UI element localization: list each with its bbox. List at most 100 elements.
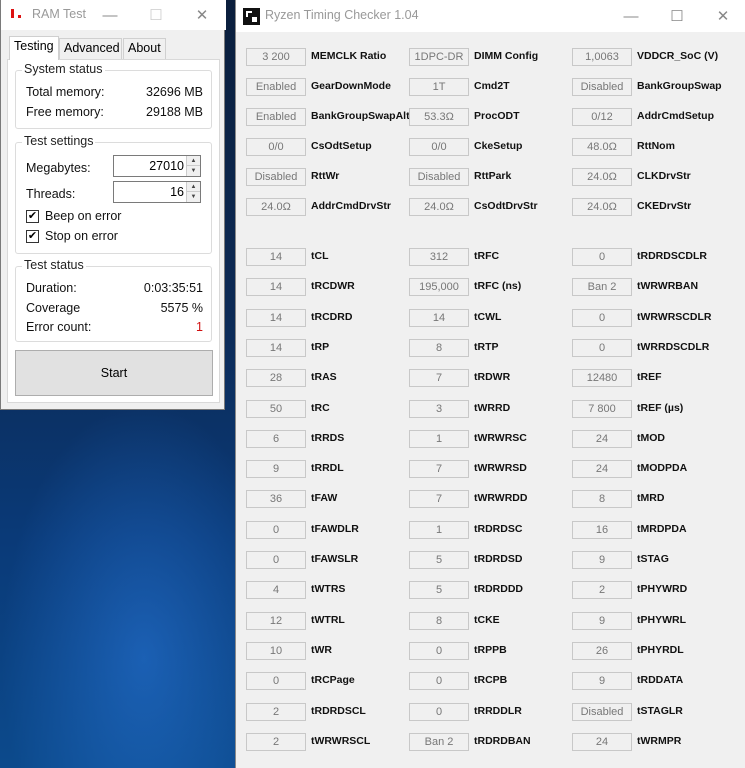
start-button[interactable]: Start xyxy=(15,350,213,396)
duration-row: Duration: 0:03:35:51 xyxy=(26,281,203,297)
tab-testing[interactable]: Testing xyxy=(9,36,59,60)
timing-value-field: 14 xyxy=(246,248,306,266)
timing-name-label: tRFC xyxy=(474,250,500,262)
timing-row: Disabled RttWr Disabled RttPark 24.0Ω CLKDrvS… xyxy=(236,168,745,188)
timing-value-field: 1,0063 xyxy=(572,48,632,66)
timing-value-field: 9 xyxy=(572,611,632,630)
group-title: Test settings xyxy=(22,134,96,148)
megabytes-stepper[interactable]: 27010 ▲ ▼ xyxy=(113,155,201,177)
timing-value-field: Ban 2 xyxy=(409,732,469,751)
timing-value-field: 0 xyxy=(409,641,469,660)
stepper-up-icon[interactable]: ▲ xyxy=(187,156,200,166)
timing-row: 9 tRRDL 7 tWRWRSD 24 tMODPDA xyxy=(236,460,745,480)
coverage-row: Coverage 5575 % xyxy=(26,301,203,317)
duration-label: Duration: xyxy=(26,281,77,295)
window-title: Ryzen Timing Checker 1.04 xyxy=(265,8,419,22)
timing-value-field: 7 xyxy=(409,369,469,388)
timing-row: Enabled GearDownMode 1T Cmd2T Disabled BankGr… xyxy=(236,78,745,98)
ram-test-titlebar[interactable]: RAM Test — ☐ ✕ xyxy=(1,0,226,30)
timing-value-field: 0 xyxy=(246,672,306,691)
ram-test-logo-icon xyxy=(11,9,23,21)
timing-value-field: 50 xyxy=(246,399,306,418)
timing-value-field: 36 xyxy=(246,490,306,509)
timing-name-label: tWTRS xyxy=(311,583,346,596)
timing-name-label: Cmd2T xyxy=(474,80,510,92)
checkmark-icon[interactable]: ✔ xyxy=(26,230,39,243)
tab-advanced[interactable]: Advanced xyxy=(59,38,122,59)
timing-row: Enabled BankGroupSwapAlt 53.3Ω ProcODT 0/12 A… xyxy=(236,108,745,128)
stepper-down-icon[interactable]: ▼ xyxy=(187,192,200,202)
timing-name-label: tWRWRSC xyxy=(474,431,527,444)
group-title: System status xyxy=(22,62,105,76)
minimize-button[interactable]: — xyxy=(608,0,654,32)
coverage-value: 5575 % xyxy=(160,301,203,315)
timing-name-label: tSTAGLR xyxy=(637,704,683,717)
timing-value-field: 312 xyxy=(409,248,469,266)
minimize-icon: — xyxy=(102,6,118,24)
timing-value-field: 0 xyxy=(246,520,306,539)
timing-name-label: tRDRDSD xyxy=(474,553,523,565)
timing-value-field: 26 xyxy=(572,641,632,660)
timing-name-label: tRDRDBAN xyxy=(474,734,531,747)
timing-name-label: AddrCmdDrvStr xyxy=(311,200,391,212)
timing-value-field: 7 xyxy=(409,490,469,509)
timing-row: 2 tWRWRSCL Ban 2 tRDRDBAN 24 tWRMPR xyxy=(236,732,745,753)
timing-name-label: tWRWRDD xyxy=(474,492,528,505)
timing-row: 36 tFAW 7 tWRWRDD 8 tMRD xyxy=(236,490,745,510)
timing-name-label: VDDCR_SoC (V) xyxy=(637,50,719,62)
timing-value-field: 1DPC-DR xyxy=(409,48,469,66)
timing-name-label: tWRWRBAN xyxy=(637,280,699,293)
tab-about[interactable]: About xyxy=(123,38,166,59)
timing-value-field: 0/0 xyxy=(409,138,469,156)
timing-name-label: tRP xyxy=(311,340,330,353)
timing-name-label: tRDDATA xyxy=(637,674,684,687)
stepper-down-icon[interactable]: ▼ xyxy=(187,166,200,176)
megabytes-label-row: Megabytes: xyxy=(26,161,106,177)
stepper-arrows: ▲ ▼ xyxy=(186,182,200,202)
timing-name-label: AddrCmdSetup xyxy=(637,110,714,122)
timing-value-field: 14 xyxy=(246,338,306,357)
timing-value-field: Disabled xyxy=(246,168,306,186)
timing-value-field: 5 xyxy=(409,551,469,569)
timing-row: 0 tRCPage 0 tRCPB 9 tRDDATA xyxy=(236,672,745,692)
minimize-button[interactable]: — xyxy=(87,0,133,30)
close-button[interactable]: ✕ xyxy=(700,0,745,32)
group-title: Test status xyxy=(22,258,86,272)
rtc-titlebar[interactable]: Ryzen Timing Checker 1.04 — ☐ ✕ xyxy=(236,0,745,32)
timing-row: 50 tRC 3 tWRRD 7 800 tREF (µs) xyxy=(236,399,745,420)
timing-name-label: RttWr xyxy=(311,170,340,182)
timing-name-label: CLKDrvStr xyxy=(637,170,691,182)
timing-value-field: 14 xyxy=(409,308,469,327)
minimize-icon: — xyxy=(623,7,639,25)
total-memory-row: Total memory: 32696 MB xyxy=(26,85,203,101)
timing-name-label: tMRD xyxy=(637,492,665,505)
timing-value-field: 12 xyxy=(246,611,306,630)
timing-value-field: 0/0 xyxy=(246,138,306,156)
threads-stepper[interactable]: 16 ▲ ▼ xyxy=(113,181,201,203)
timing-row: 0/0 CsOdtSetup 0/0 CkeSetup 48.0Ω RttNom xyxy=(236,138,745,158)
checkmark-icon[interactable]: ✔ xyxy=(26,210,39,223)
timing-row: 4 tWTRS 5 tRDRDDD 2 tPHYWRD xyxy=(236,581,745,601)
timing-row: 14 tRCDWR 195,000 tRFC (ns) Ban 2 tWRWRBAN xyxy=(236,278,745,298)
timing-name-label: BankGroupSwap xyxy=(637,80,722,92)
timing-name-label: tREF xyxy=(637,371,662,384)
close-icon: ✕ xyxy=(716,8,730,25)
timing-value-field: 53.3Ω xyxy=(409,108,469,126)
timing-row: 10 tWR 0 tRPPB 26 tPHYRDL xyxy=(236,641,745,662)
timing-row: 14 tRP 8 tRTP 0 tWRRDSCDLR xyxy=(236,338,745,359)
stepper-up-icon[interactable]: ▲ xyxy=(187,182,200,192)
maximize-button[interactable]: ☐ xyxy=(654,0,700,32)
timing-value-field: 24 xyxy=(572,460,632,479)
ram-test-window: RAM Test — ☐ ✕ Testing Advanced About Sy… xyxy=(0,0,226,410)
timing-name-label: tRDRDSCL xyxy=(311,704,366,717)
threads-value[interactable]: 16 xyxy=(170,185,184,199)
timing-value-field: Enabled xyxy=(246,108,306,126)
close-button[interactable]: ✕ xyxy=(179,0,225,30)
megabytes-value[interactable]: 27010 xyxy=(149,159,184,173)
timing-row: 0 tFAWSLR 5 tRDRDSD 9 tSTAG xyxy=(236,551,745,571)
timing-name-label: tRDRDSCDLR xyxy=(637,250,707,262)
timing-name-label: tWRWRSD xyxy=(474,462,527,475)
timing-value-field: Disabled xyxy=(409,168,469,186)
error-count-label: Error count: xyxy=(26,320,92,334)
timing-name-label: tRC xyxy=(311,401,330,414)
